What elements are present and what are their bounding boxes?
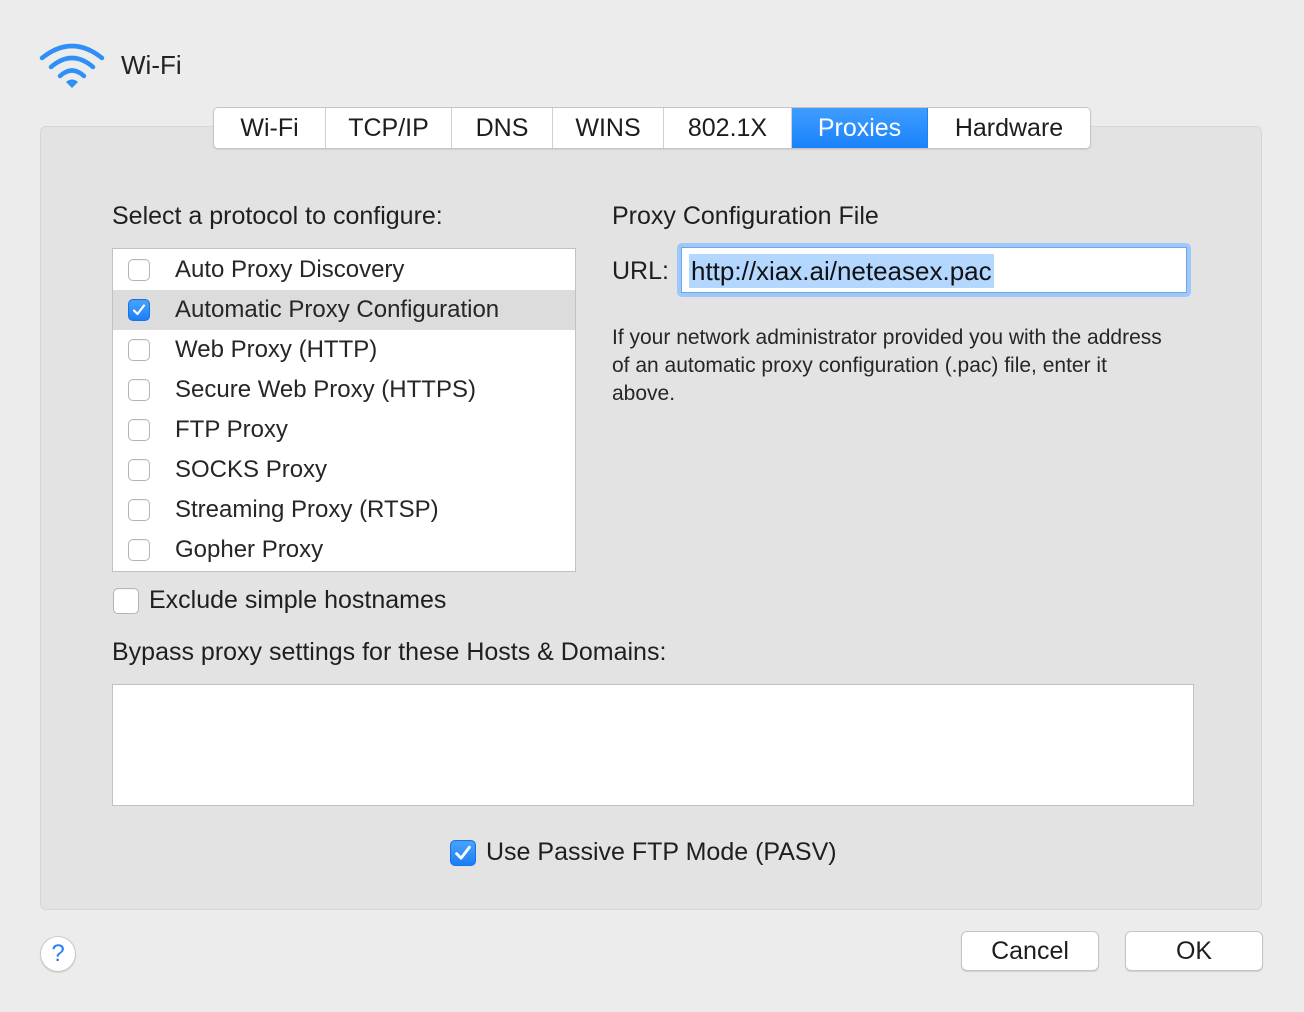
- checkmark-icon: [455, 845, 471, 860]
- protocol-heading: Select a protocol to configure:: [112, 202, 443, 230]
- tab-wins[interactable]: WINS: [553, 108, 664, 148]
- auto-proxy-discovery-checkbox[interactable]: [128, 259, 150, 281]
- tab-wifi[interactable]: Wi-Fi: [214, 108, 326, 148]
- tab-tcpip[interactable]: TCP/IP: [326, 108, 452, 148]
- checkmark-icon: [132, 304, 146, 316]
- tab-8021x[interactable]: 802.1X: [664, 108, 792, 148]
- gopher-proxy-checkbox[interactable]: [128, 539, 150, 561]
- web-proxy-http-checkbox[interactable]: [128, 339, 150, 361]
- tab-dns[interactable]: DNS: [452, 108, 553, 148]
- protocol-label: Automatic Proxy Configuration: [175, 296, 500, 323]
- cancel-button[interactable]: Cancel: [961, 931, 1099, 971]
- protocol-row-auto-discovery[interactable]: Auto Proxy Discovery: [113, 250, 575, 290]
- ok-button[interactable]: OK: [1125, 931, 1263, 971]
- secure-web-proxy-checkbox[interactable]: [128, 379, 150, 401]
- ftp-proxy-checkbox[interactable]: [128, 419, 150, 441]
- protocol-label: Web Proxy (HTTP): [175, 336, 378, 363]
- automatic-proxy-configuration-checkbox[interactable]: [128, 299, 150, 321]
- protocol-row-rtsp[interactable]: Streaming Proxy (RTSP): [113, 490, 575, 530]
- protocol-row-http[interactable]: Web Proxy (HTTP): [113, 330, 575, 370]
- tab-hardware[interactable]: Hardware: [928, 108, 1090, 148]
- protocol-label: SOCKS Proxy: [175, 456, 328, 483]
- config-help-text: If your network administrator provided y…: [612, 326, 1162, 405]
- protocol-label: Gopher Proxy: [175, 536, 324, 563]
- tab-bar: Wi-Fi TCP/IP DNS WINS 802.1X Proxies Har…: [213, 107, 1091, 149]
- exclude-simple-hostnames-checkbox[interactable]: [113, 588, 139, 614]
- url-selected-text: http://xiax.ai/neteasex.pac: [689, 254, 994, 288]
- passive-ftp-label: Use Passive FTP Mode (PASV): [486, 838, 837, 866]
- wifi-icon: [38, 40, 106, 90]
- bypass-hosts-textarea[interactable]: [112, 684, 1194, 806]
- help-button[interactable]: ?: [40, 936, 76, 972]
- tab-proxies[interactable]: Proxies: [792, 108, 928, 148]
- protocol-label: Streaming Proxy (RTSP): [175, 496, 439, 523]
- protocol-row-auto-config[interactable]: Automatic Proxy Configuration: [113, 290, 575, 330]
- protocol-row-gopher[interactable]: Gopher Proxy: [113, 530, 575, 570]
- passive-ftp-checkbox[interactable]: [450, 840, 476, 866]
- protocol-row-https[interactable]: Secure Web Proxy (HTTPS): [113, 370, 575, 410]
- protocol-row-socks[interactable]: SOCKS Proxy: [113, 450, 575, 490]
- window-title: Wi-Fi: [121, 50, 182, 80]
- protocol-label: Secure Web Proxy (HTTPS): [175, 376, 476, 403]
- streaming-proxy-checkbox[interactable]: [128, 499, 150, 521]
- config-heading: Proxy Configuration File: [612, 202, 879, 230]
- protocol-label: Auto Proxy Discovery: [175, 256, 405, 283]
- bypass-label: Bypass proxy settings for these Hosts & …: [112, 638, 667, 666]
- exclude-simple-hostnames-label: Exclude simple hostnames: [149, 586, 447, 614]
- protocol-list: Auto Proxy Discovery Automatic Proxy Con…: [112, 248, 576, 572]
- protocol-label: FTP Proxy: [175, 416, 288, 443]
- url-label: URL:: [612, 257, 669, 285]
- protocol-row-ftp[interactable]: FTP Proxy: [113, 410, 575, 450]
- socks-proxy-checkbox[interactable]: [128, 459, 150, 481]
